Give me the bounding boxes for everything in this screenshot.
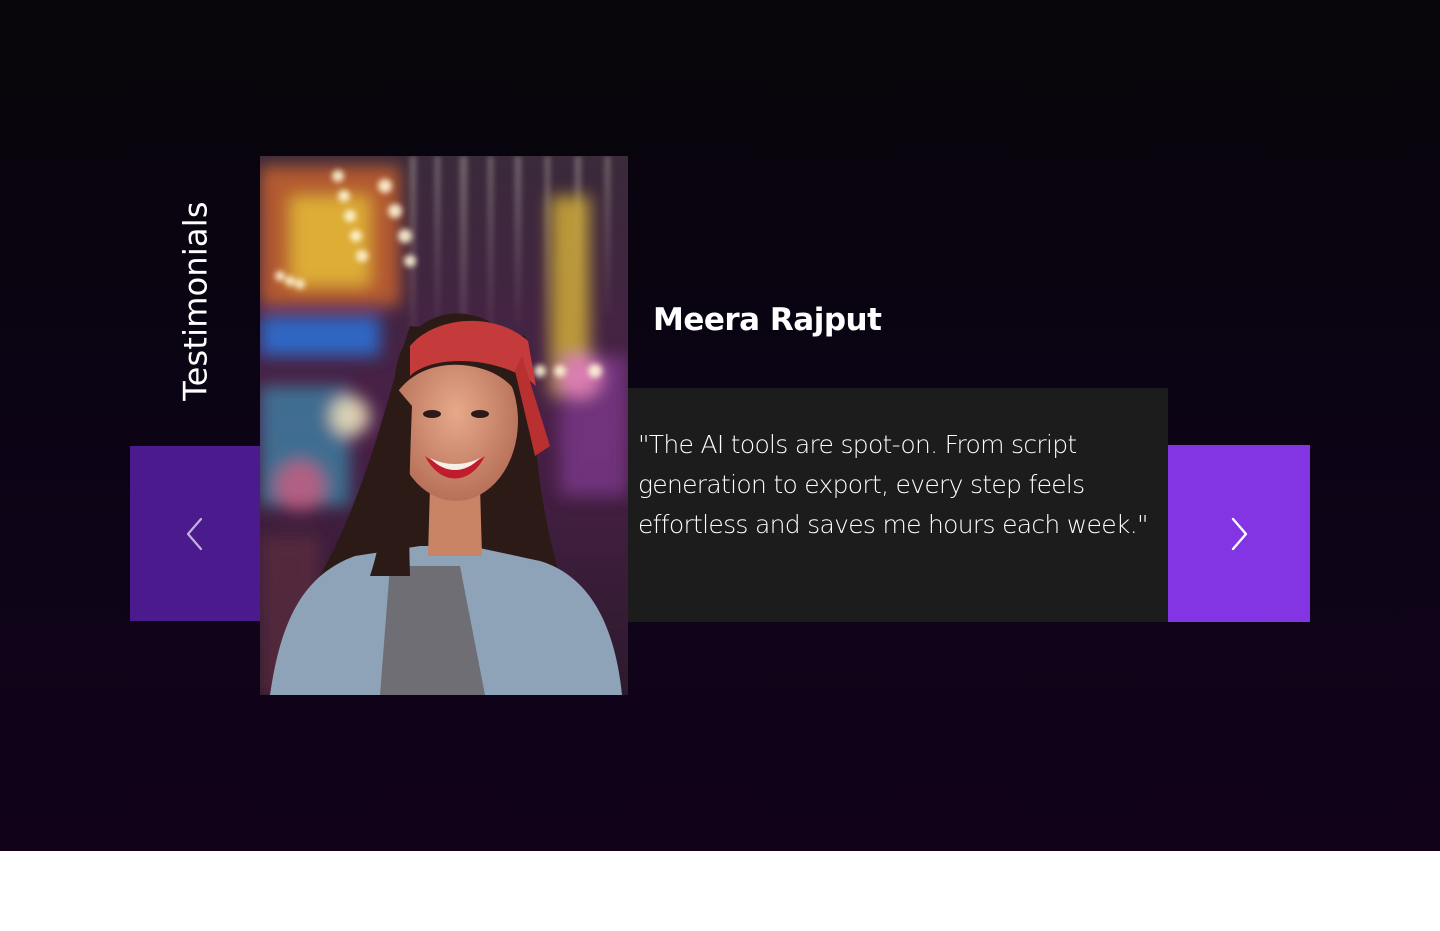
testimonial-quote: "The AI tools are spot-on. From script g… [638, 430, 1148, 539]
prev-testimonial-button[interactable] [130, 446, 260, 621]
chevron-right-icon [1231, 517, 1248, 550]
next-testimonial-button[interactable] [1168, 445, 1310, 622]
testimonial-photo [260, 156, 628, 695]
chevron-left-icon [186, 517, 203, 550]
section-heading: Testimonials [177, 201, 215, 401]
testimonials-section: Testimonials Meera Rajput "The AI tools … [0, 0, 1440, 851]
section-heading-wrapper: Testimonials [168, 201, 224, 400]
testimonial-quote-box: "The AI tools are spot-on. From script g… [628, 388, 1168, 622]
testimonial-author: Meera Rajput [653, 302, 882, 338]
